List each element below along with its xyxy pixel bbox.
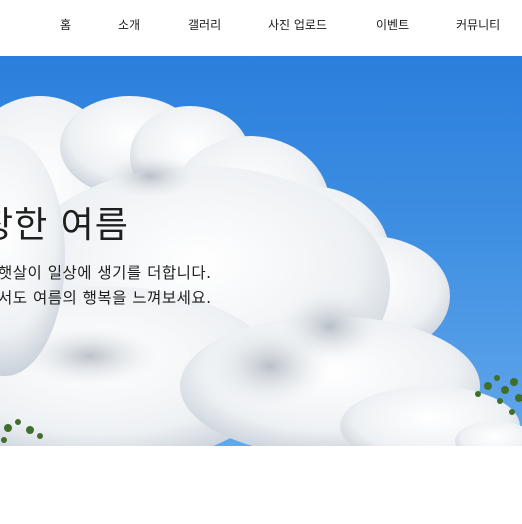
nav-events[interactable]: 이벤트 — [376, 16, 409, 33]
hero-description-line-2: 서도 여름의 행복을 느껴보세요. — [0, 289, 212, 307]
nav-home[interactable]: 홈 — [60, 16, 71, 33]
nav-photo-upload[interactable]: 사진 업로드 — [268, 16, 327, 33]
hero-description-line-1: 햇살이 일상에 생기를 더합니다. — [0, 264, 212, 282]
hero-banner: 창한 여름 햇살이 일상에 생기를 더합니다. 서도 여름의 행복을 느껴보세요… — [0, 56, 522, 446]
top-navigation: 홈 소개 갤러리 사진 업로드 이벤트 커뮤니티 — [0, 0, 522, 56]
nav-community[interactable]: 커뮤니티 — [456, 16, 500, 33]
hero-title: 창한 여름 — [0, 205, 129, 246]
content-area — [0, 446, 522, 524]
nav-about[interactable]: 소개 — [118, 16, 140, 33]
hero-background-image — [0, 96, 522, 446]
nav-gallery[interactable]: 갤러리 — [188, 16, 221, 33]
